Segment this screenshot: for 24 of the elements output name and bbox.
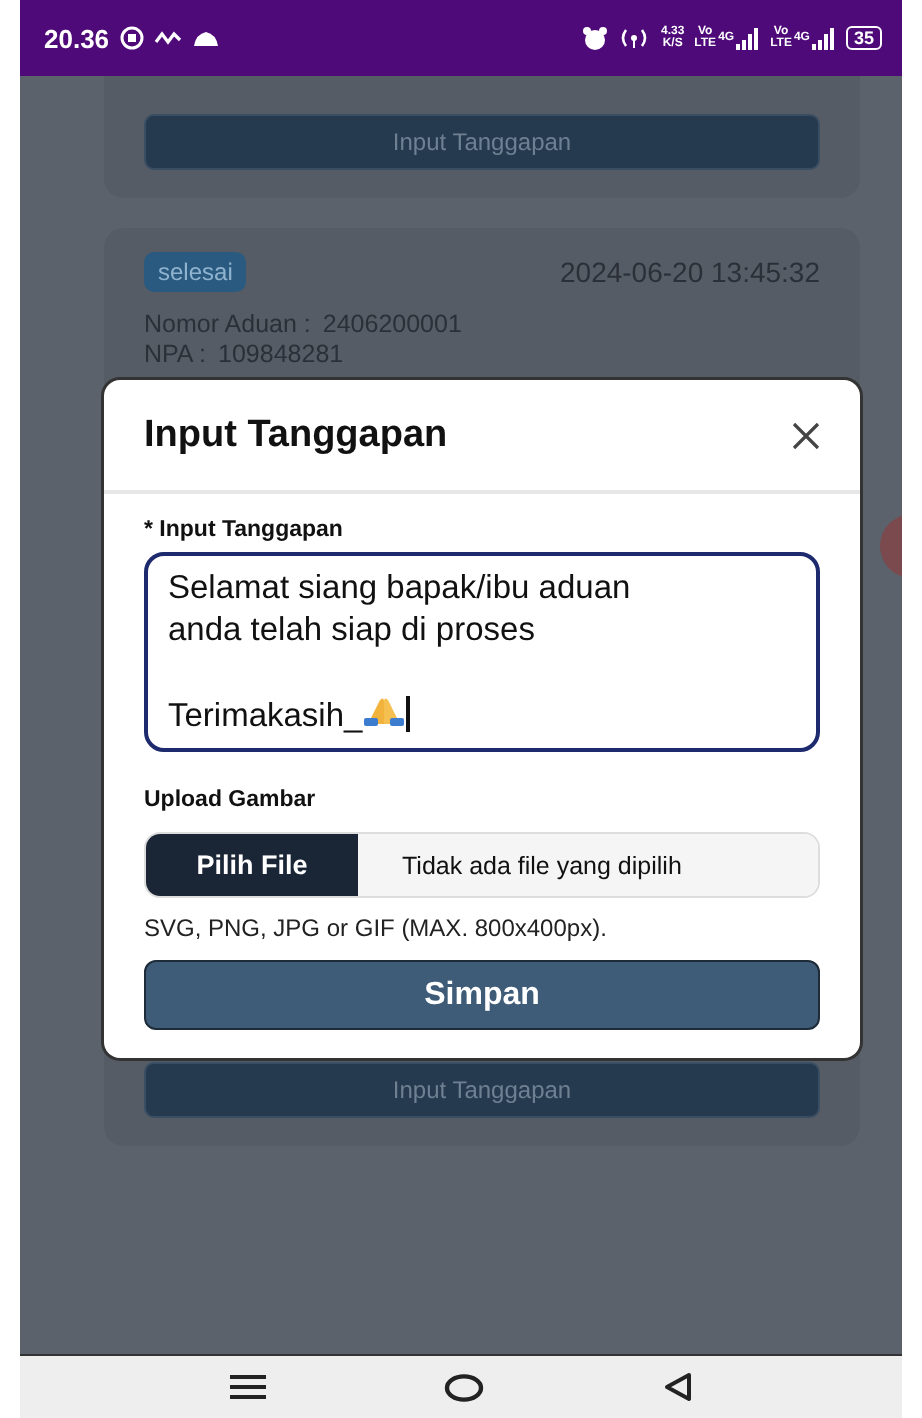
clock-time: 20.36 bbox=[44, 23, 110, 53]
notification-icon bbox=[119, 26, 144, 50]
hotspot-icon bbox=[618, 26, 651, 50]
wave-icon bbox=[153, 30, 182, 46]
signal-icon bbox=[736, 27, 761, 49]
file-hint: SVG, PNG, JPG or GIF (MAX. 800x400px). bbox=[144, 914, 609, 942]
praying-hands-icon bbox=[362, 694, 407, 726]
status-badge: selesai bbox=[144, 252, 247, 292]
back-icon[interactable] bbox=[664, 1372, 693, 1402]
close-icon[interactable] bbox=[792, 421, 820, 449]
choose-file-button[interactable]: Pilih File bbox=[146, 834, 358, 896]
file-status: Tidak ada file yang dipilih bbox=[358, 834, 818, 896]
dialog-title: Input Tanggapan bbox=[144, 413, 448, 457]
response-field[interactable]: Selamat siang bapak/ibu aduan anda telah siap di proses Terimakasih_ bbox=[144, 552, 820, 752]
menu-icon[interactable] bbox=[229, 1374, 266, 1400]
text-cursor bbox=[406, 696, 410, 732]
upload-label: Upload Gambar bbox=[144, 788, 318, 812]
cloud-icon bbox=[191, 30, 220, 46]
home-icon[interactable] bbox=[444, 1373, 485, 1401]
file-field[interactable]: Pilih File Tidak ada file yang dipilih bbox=[144, 832, 820, 898]
field-label: * Input Tanggapan bbox=[144, 518, 345, 542]
signal-icon bbox=[811, 27, 836, 49]
battery-level: 35 bbox=[845, 26, 882, 50]
save-button[interactable]: Simpan bbox=[144, 960, 820, 1030]
